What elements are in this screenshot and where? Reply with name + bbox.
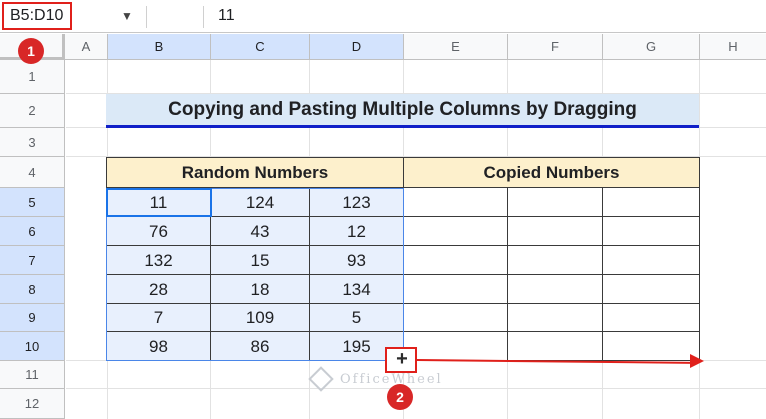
- table-cell[interactable]: [403, 188, 508, 217]
- table-cell[interactable]: [603, 275, 700, 304]
- divider: [203, 6, 204, 28]
- watermark: OfficeWheel: [340, 372, 443, 387]
- table-cell[interactable]: 124: [211, 188, 310, 217]
- copied-numbers-table: [403, 188, 700, 361]
- column-header-e[interactable]: E: [404, 34, 508, 60]
- table-cell[interactable]: 98: [107, 332, 211, 361]
- formula-bar: B5:D10 ▼ 11: [0, 0, 766, 33]
- table-cell[interactable]: 43: [211, 217, 310, 246]
- random-numbers-table: 11 124 123 76 43 12 132 15 93 28 18 134 …: [106, 188, 404, 361]
- row-header-10[interactable]: 10: [0, 332, 65, 361]
- row-header-2[interactable]: 2: [0, 94, 65, 128]
- table-cell[interactable]: 12: [310, 217, 404, 246]
- table-cell[interactable]: [508, 304, 603, 332]
- table-cell[interactable]: [603, 304, 700, 332]
- chevron-down-icon[interactable]: ▼: [118, 6, 136, 26]
- row-header-12[interactable]: 12: [0, 389, 65, 419]
- table-cell[interactable]: 5: [310, 304, 404, 332]
- row-header-8[interactable]: 8: [0, 275, 65, 304]
- fill-handle-cross-icon[interactable]: +: [394, 349, 410, 369]
- table-cell[interactable]: [603, 217, 700, 246]
- table-cell[interactable]: [508, 217, 603, 246]
- table-cell[interactable]: 28: [107, 275, 211, 304]
- row-header-5[interactable]: 5: [0, 188, 65, 217]
- row-header-1[interactable]: 1: [0, 60, 65, 94]
- row-header-7[interactable]: 7: [0, 246, 65, 275]
- table-cell[interactable]: [403, 246, 508, 275]
- row-header-3[interactable]: 3: [0, 128, 65, 157]
- table-cell[interactable]: 93: [310, 246, 404, 275]
- table-cell[interactable]: 7: [107, 304, 211, 332]
- column-header-g[interactable]: G: [603, 34, 700, 60]
- table-cell[interactable]: [403, 217, 508, 246]
- table-cell[interactable]: 123: [310, 188, 404, 217]
- table-cell[interactable]: [403, 332, 508, 361]
- column-header-c[interactable]: C: [211, 34, 310, 60]
- fx-icon: [160, 2, 188, 28]
- row-header-11[interactable]: 11: [0, 361, 65, 389]
- header-copied-numbers[interactable]: Copied Numbers: [403, 157, 700, 188]
- column-header-f[interactable]: F: [508, 34, 603, 60]
- table-cell[interactable]: 11: [107, 188, 211, 217]
- row-header-9[interactable]: 9: [0, 304, 65, 332]
- table-cell[interactable]: [603, 246, 700, 275]
- formula-input[interactable]: 11: [218, 4, 235, 28]
- step-badge-1: 1: [18, 38, 44, 64]
- column-header-h[interactable]: H: [700, 34, 766, 60]
- name-box[interactable]: B5:D10: [2, 2, 72, 30]
- table-cell[interactable]: [603, 332, 700, 361]
- header-random-numbers[interactable]: Random Numbers: [106, 157, 404, 188]
- table-cell[interactable]: 134: [310, 275, 404, 304]
- column-header-d[interactable]: D: [310, 34, 404, 60]
- table-cell[interactable]: [508, 246, 603, 275]
- table-cell[interactable]: 132: [107, 246, 211, 275]
- table-cell[interactable]: 18: [211, 275, 310, 304]
- table-cell[interactable]: [508, 332, 603, 361]
- table-cell[interactable]: [508, 188, 603, 217]
- column-header-b[interactable]: B: [108, 34, 211, 60]
- table-cell[interactable]: 76: [107, 217, 211, 246]
- row-header-4[interactable]: 4: [0, 157, 65, 188]
- arrow-right-icon: [690, 354, 704, 368]
- table-cell[interactable]: [403, 275, 508, 304]
- table-cell[interactable]: 86: [211, 332, 310, 361]
- column-header-a[interactable]: A: [65, 34, 108, 60]
- divider: [146, 6, 147, 28]
- table-cell[interactable]: 109: [211, 304, 310, 332]
- table-cell[interactable]: 15: [211, 246, 310, 275]
- sheet-title[interactable]: Copying and Pasting Multiple Columns by …: [106, 94, 699, 128]
- table-cell[interactable]: [603, 188, 700, 217]
- row-header-6[interactable]: 6: [0, 217, 65, 246]
- table-cell[interactable]: [508, 275, 603, 304]
- table-cell[interactable]: [403, 304, 508, 332]
